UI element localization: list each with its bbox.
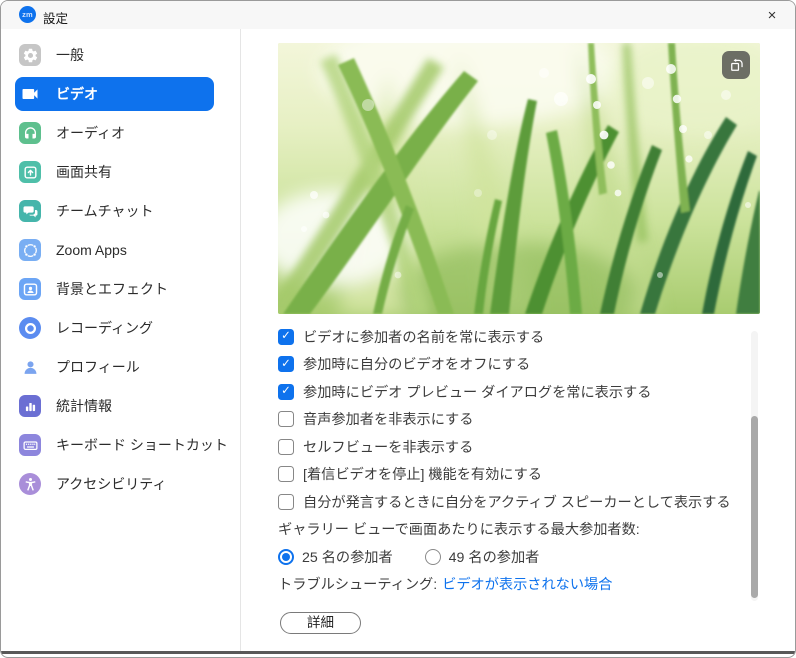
checkbox-row-5[interactable]: [着信ビデオを停止] 機能を有効にする	[278, 461, 760, 489]
window-bottom-edge	[1, 651, 795, 654]
settings-content: ✓ ビデオに参加者の名前を常に表示する ✓ 参加時に自分のビデオをオフにする ✓…	[242, 29, 796, 651]
sidebar-item-statistics[interactable]: 統計情報	[15, 389, 214, 423]
checkbox-row-1[interactable]: ✓ 参加時に自分のビデオをオフにする	[278, 351, 760, 379]
troubleshooting-link[interactable]: ビデオが表示されない場合	[442, 574, 612, 594]
checkbox[interactable]	[278, 466, 294, 482]
sidebar-item-screen-share[interactable]: 画面共有	[15, 155, 214, 189]
checkbox[interactable]: ✓	[278, 329, 294, 345]
details-button[interactable]: 詳細	[280, 612, 361, 634]
keyboard-icon	[19, 434, 41, 456]
radio-icon	[425, 549, 441, 565]
checkbox[interactable]	[278, 411, 294, 427]
troubleshooting-row: トラブルシューティング: ビデオが表示されない場合	[278, 571, 760, 599]
chat-bubbles-icon	[19, 200, 41, 222]
gallery-view-label: ギャラリー ビューで画面あたりに表示する最大参加者数:	[278, 516, 760, 544]
rotate-icon[interactable]	[722, 51, 750, 79]
sidebar-item-recording[interactable]: レコーディング	[15, 311, 214, 345]
sidebar-item-profile[interactable]: プロフィール	[15, 350, 214, 384]
radio-25-participants[interactable]: 25 名の参加者	[278, 547, 393, 567]
sidebar-item-backgrounds[interactable]: 背景とエフェクト	[15, 272, 214, 306]
max-participants-radio-group: 25 名の参加者 49 名の参加者	[278, 543, 760, 571]
radio-icon	[278, 549, 294, 565]
sidebar-item-team-chat[interactable]: チームチャット	[15, 194, 214, 228]
headset-icon	[19, 122, 41, 144]
checkbox-row-0[interactable]: ✓ ビデオに参加者の名前を常に表示する	[278, 323, 760, 351]
sidebar-item-audio[interactable]: オーディオ	[15, 116, 214, 150]
background-effects-icon	[19, 278, 41, 300]
zoom-apps-icon	[19, 239, 41, 261]
sidebar-item-shortcuts[interactable]: キーボード ショートカット	[15, 428, 214, 462]
checkbox-row-4[interactable]: セルフビューを非表示する	[278, 433, 760, 461]
camera-preview	[278, 43, 760, 314]
troubleshooting-label: トラブルシューティング:	[278, 574, 437, 594]
checkbox-row-6[interactable]: 自分が発言するときに自分をアクティブ スピーカーとして表示する	[278, 488, 760, 516]
accessibility-icon	[19, 473, 41, 495]
titlebar: zm 設定 ×	[1, 1, 795, 29]
zoom-app-icon: zm	[19, 6, 36, 23]
radio-49-participants[interactable]: 49 名の参加者	[425, 547, 540, 567]
sidebar: 一般 ビデオ オーディオ 画面共有 チームチャット Zoom Apps 背景とエ…	[1, 29, 241, 651]
scrollbar[interactable]	[751, 331, 758, 601]
screen-share-icon	[19, 161, 41, 183]
sidebar-item-general[interactable]: 一般	[15, 38, 214, 72]
scrollbar-thumb[interactable]	[751, 416, 758, 598]
profile-icon	[19, 356, 41, 378]
video-camera-icon	[19, 83, 41, 105]
checkbox-row-2[interactable]: ✓ 参加時にビデオ プレビュー ダイアログを常に表示する	[278, 378, 760, 406]
checkbox[interactable]	[278, 494, 294, 510]
sidebar-item-zoom-apps[interactable]: Zoom Apps	[15, 233, 214, 267]
checkbox[interactable]: ✓	[278, 384, 294, 400]
settings-window: zm 設定 × 一般 ビデオ オーディオ 画面共有 チームチャット Zoom A…	[0, 0, 796, 658]
stats-icon	[19, 395, 41, 417]
window-title: 設定	[43, 8, 68, 27]
sidebar-item-video[interactable]: ビデオ	[15, 77, 214, 111]
checkbox[interactable]	[278, 439, 294, 455]
record-icon	[19, 317, 41, 339]
checkbox-row-3[interactable]: 音声参加者を非表示にする	[278, 406, 760, 434]
gear-icon	[19, 44, 41, 66]
sidebar-item-accessibility[interactable]: アクセシビリティ	[15, 467, 214, 501]
camera-preview-image	[278, 43, 760, 314]
close-icon[interactable]: ×	[749, 1, 795, 29]
checkbox[interactable]: ✓	[278, 356, 294, 372]
video-options: ✓ ビデオに参加者の名前を常に表示する ✓ 参加時に自分のビデオをオフにする ✓…	[278, 323, 760, 598]
